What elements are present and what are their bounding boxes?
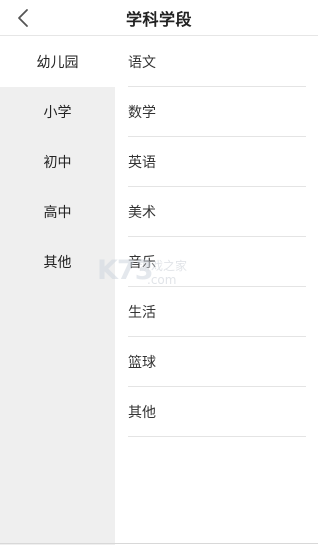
page-title: 学科学段	[125, 9, 192, 29]
sidebar-item-senior-high[interactable]: 高中	[0, 187, 115, 237]
subject-list: 语文 数学 英语 美术 音乐 生活 篮球 其他	[115, 37, 318, 545]
subject-item-basketball[interactable]: 篮球	[128, 337, 306, 387]
back-button[interactable]	[12, 6, 34, 30]
bottom-divider	[0, 543, 318, 544]
subject-item-other[interactable]: 其他	[128, 387, 306, 437]
subject-item-math[interactable]: 数学	[128, 87, 306, 137]
sidebar-item-junior-high[interactable]: 初中	[0, 137, 115, 187]
stage-sidebar: 幼儿园 小学 初中 高中 其他	[0, 37, 115, 545]
subject-item-art[interactable]: 美术	[128, 187, 306, 237]
subject-item-chinese[interactable]: 语文	[128, 37, 306, 87]
subject-item-music[interactable]: 音乐	[128, 237, 306, 287]
sidebar-item-primary[interactable]: 小学	[0, 87, 115, 137]
sidebar-item-other[interactable]: 其他	[0, 237, 115, 287]
top-nav-bar: 学科学段	[0, 0, 318, 36]
subject-item-english[interactable]: 英语	[128, 137, 306, 187]
sidebar-item-kindergarten[interactable]: 幼儿园	[0, 37, 115, 87]
subject-item-life[interactable]: 生活	[128, 287, 306, 337]
chevron-left-icon	[18, 9, 28, 27]
